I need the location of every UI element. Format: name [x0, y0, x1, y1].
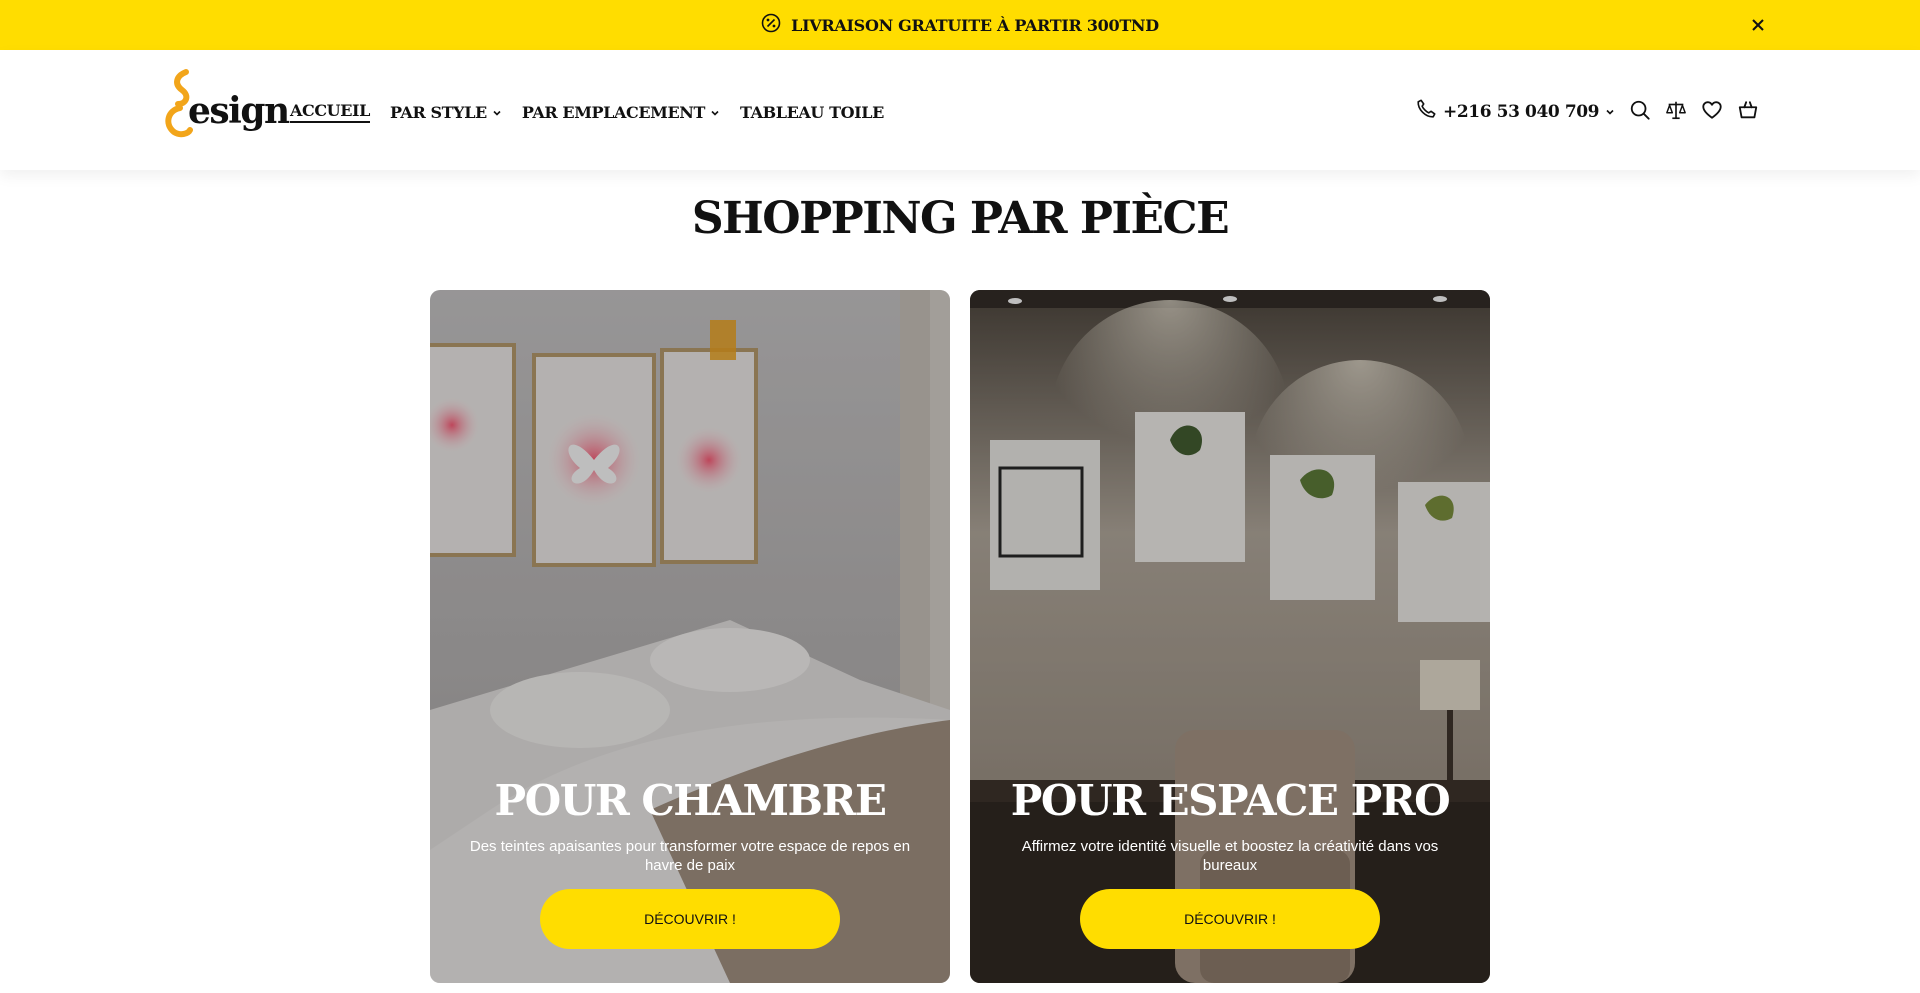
discover-button[interactable]: DÉCOUVRIR ! [1080, 889, 1380, 949]
nav-item-label: TABLEAU TOILE [739, 102, 884, 122]
nav-item-accueil[interactable]: ACCUEIL [290, 100, 370, 124]
section-title: SHOPPING PAR PIÈCE [691, 193, 1230, 244]
nav-item-label: PAR EMPLACEMENT [521, 102, 706, 122]
card-content: POUR ESPACE PRO Affirmez votre identité … [970, 776, 1490, 949]
room-card-espace-pro[interactable]: POUR ESPACE PRO Affirmez votre identité … [970, 290, 1490, 983]
main-nav: ACCUEIL PAR STYLE PAR EMPLACEMENT TABLEA… [290, 100, 884, 124]
close-icon[interactable] [1746, 13, 1770, 37]
discover-button[interactable]: DÉCOUVRIR ! [540, 889, 840, 949]
announcement-bar: LIVRAISON GRATUITE À PARTIR 300TND [0, 0, 1920, 50]
phone-number: +216 53 040 709 [1443, 101, 1600, 122]
phone-icon [1415, 98, 1437, 125]
search-icon[interactable] [1628, 96, 1652, 124]
card-content: POUR CHAMBRE Des teintes apaisantes pour… [430, 776, 950, 949]
chevron-down-icon [1605, 102, 1615, 122]
discount-badge-icon [761, 13, 781, 38]
room-card-chambre[interactable]: POUR CHAMBRE Des teintes apaisantes pour… [430, 290, 950, 983]
announcement-text: LIVRAISON GRATUITE À PARTIR 300TND [791, 15, 1159, 35]
logo-text: esign [188, 90, 290, 132]
chevron-down-icon [492, 103, 502, 122]
card-description: Affirmez votre identité visuelle et boos… [1021, 838, 1439, 874]
card-title: POUR CHAMBRE [494, 776, 887, 825]
card-description: Des teintes apaisantes pour transformer … [469, 838, 911, 874]
phone-selector[interactable]: +216 53 040 709 [1415, 98, 1615, 125]
chevron-down-icon [710, 103, 720, 122]
nav-item-tableau-toile[interactable]: TABLEAU TOILE [740, 100, 884, 124]
wishlist-heart-icon[interactable] [1700, 96, 1724, 124]
header-actions [1628, 96, 1760, 124]
nav-item-label: PAR STYLE [389, 102, 487, 122]
card-title: POUR ESPACE PRO [1010, 776, 1451, 825]
compare-icon[interactable] [1664, 96, 1688, 124]
nav-item-label: ACCUEIL [290, 101, 370, 123]
site-header: esign ACCUEIL PAR STYLE PAR EMPLACEMENT … [0, 50, 1920, 170]
nav-item-par-emplacement[interactable]: PAR EMPLACEMENT [522, 100, 720, 124]
logo[interactable]: esign [162, 68, 290, 140]
cart-basket-icon[interactable] [1736, 96, 1760, 124]
nav-item-par-style[interactable]: PAR STYLE [390, 100, 502, 124]
